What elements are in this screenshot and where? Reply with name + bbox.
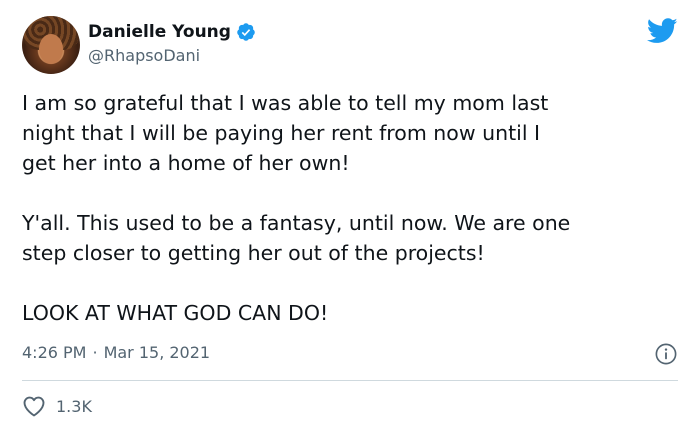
meta-separator: · (92, 343, 98, 362)
avatar-face (39, 34, 63, 64)
author-handle[interactable]: @RhapsoDani (88, 46, 200, 65)
tweet-date[interactable]: Mar 15, 2021 (104, 343, 211, 362)
twitter-bird-icon[interactable] (647, 18, 678, 44)
tweet-time[interactable]: 4:26 PM (22, 343, 86, 362)
like-count: 1.3K (56, 396, 92, 416)
heart-icon[interactable] (22, 395, 46, 417)
like-button[interactable]: 1.3K (22, 395, 92, 417)
tweet-timestamp[interactable]: 4:26 PM · Mar 15, 2021 (22, 343, 210, 362)
divider (22, 380, 678, 381)
author-name[interactable]: Danielle Young (88, 22, 231, 42)
tweet-text: I am so grateful that I was able to tell… (22, 88, 682, 328)
tweet-paragraph-3: LOOK AT WHAT GOD CAN DO! (22, 301, 329, 325)
verified-badge-icon (237, 23, 255, 41)
tweet-paragraph-1: I am so grateful that I was able to tell… (22, 91, 549, 175)
author-name-row: Danielle Young (88, 22, 256, 42)
tweet-paragraph-2: Y'all. This used to be a fantasy, until … (22, 211, 571, 265)
avatar[interactable] (22, 16, 80, 74)
info-icon[interactable] (655, 343, 677, 365)
